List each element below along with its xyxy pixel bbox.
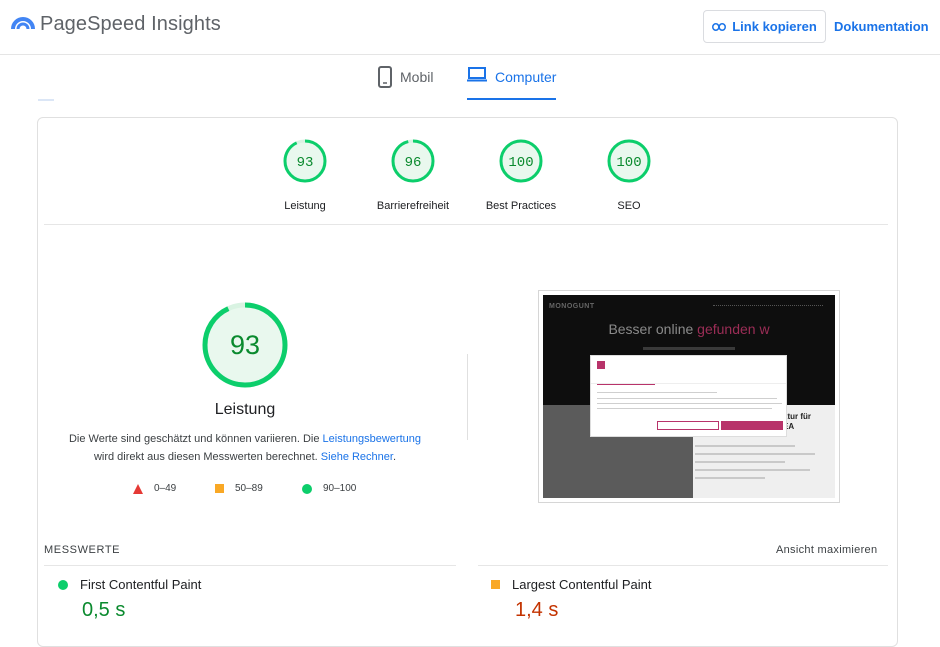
divider xyxy=(44,224,888,225)
screenshot-headline: Besser online gefunden w xyxy=(543,321,835,337)
expand-view-toggle[interactable]: Ansicht maximieren xyxy=(776,544,877,556)
dialog-tabs xyxy=(591,374,786,384)
divider xyxy=(467,354,468,440)
gauge-best-practices[interactable]: 100 Best Practices xyxy=(466,138,576,212)
screenshot-text-line xyxy=(695,477,765,479)
dialog-text-line xyxy=(597,403,782,404)
copy-link-label: Link kopieren xyxy=(732,19,817,34)
gauge-label: SEO xyxy=(617,200,641,212)
performance-score-gauge: 93 xyxy=(202,302,288,388)
divider xyxy=(478,565,888,566)
screenshot-text-line xyxy=(695,469,810,471)
screenshot-side-title: ktur für EA xyxy=(783,412,811,432)
desc-text: . xyxy=(392,451,397,463)
performance-description: Die Werte sind geschätzt und können vari… xyxy=(55,430,435,466)
dialog-deny-button xyxy=(657,421,719,430)
screenshot-site-logo: MONOGUNT xyxy=(549,303,595,310)
dialog-allow-button xyxy=(721,421,783,430)
link-icon xyxy=(712,22,727,31)
legend-range: 90–100 xyxy=(323,483,357,494)
gauge-score: 93 xyxy=(297,155,314,171)
metric-lcp: Largest Contentful Paint 1,4 s xyxy=(491,577,651,622)
legend-poor: 0–49 xyxy=(133,483,176,494)
metric-value: 1,4 s xyxy=(515,599,559,621)
performance-title: Leistung xyxy=(214,401,276,418)
desc-text: Die Werte sind geschätzt und können vari… xyxy=(68,433,323,445)
gauge-accessibility[interactable]: 96 Barrierefreiheit xyxy=(358,138,468,212)
dialog-text-line xyxy=(597,398,777,399)
gauge-seo[interactable]: 100 SEO xyxy=(574,138,684,212)
tab-desktop[interactable]: Computer xyxy=(467,66,557,100)
screenshot-image: MONOGUNT Besser online gefunden w ktur f… xyxy=(543,295,835,498)
gauge-score: 96 xyxy=(405,155,422,171)
gauge-score: 100 xyxy=(508,155,533,171)
screenshot-cookie-dialog xyxy=(590,355,787,437)
screenshot-text-line xyxy=(695,453,815,455)
legend-range: 50–89 xyxy=(235,483,263,494)
app-title: PageSpeed Insights xyxy=(40,13,221,35)
page-screenshot: MONOGUNT Besser online gefunden w ktur f… xyxy=(538,290,840,503)
calculator-link[interactable]: Siehe Rechner xyxy=(321,451,393,463)
square-icon xyxy=(215,484,224,493)
dialog-text-line xyxy=(597,392,717,393)
laptop-icon xyxy=(467,67,487,82)
metric-value: 0,5 s xyxy=(82,599,126,621)
metric-fcp: First Contentful Paint 0,5 s xyxy=(58,577,201,622)
screenshot-text-line xyxy=(695,445,795,447)
top-bar: PageSpeed Insights Link kopieren Dokumen… xyxy=(0,0,940,55)
triangle-icon xyxy=(133,483,143,494)
metric-name: First Contentful Paint xyxy=(80,577,202,592)
legend-good: 90–100 xyxy=(302,483,356,494)
metrics-section-title: MESSWERTE xyxy=(44,544,121,556)
score-ring: 100 xyxy=(499,139,543,183)
circle-icon xyxy=(302,483,312,494)
desc-text: wird direkt aus diesen Messwerten berech… xyxy=(93,451,321,463)
divider xyxy=(44,565,456,566)
screenshot-subline xyxy=(643,347,735,350)
score-ring: 96 xyxy=(391,139,435,183)
smartphone-icon xyxy=(378,66,392,88)
dialog-text-line xyxy=(597,408,772,409)
headline-a: Besser online xyxy=(608,321,698,337)
square-icon xyxy=(491,580,500,589)
metric-name: Largest Contentful Paint xyxy=(512,577,652,592)
legend-average: 50–89 xyxy=(215,483,263,494)
gauge-score: 100 xyxy=(616,155,641,171)
score-ring: 100 xyxy=(607,139,651,183)
pagespeed-logo-icon xyxy=(11,17,35,30)
performance-score: 93 xyxy=(230,330,260,360)
screenshot-nav xyxy=(713,305,823,308)
performance-scoring-link[interactable]: Leistungsbewertung xyxy=(323,433,421,445)
legend-range: 0–49 xyxy=(154,483,177,494)
circle-icon xyxy=(58,579,68,590)
gauge-label: Best Practices xyxy=(485,200,557,212)
gauge-label: Leistung xyxy=(284,200,326,212)
copy-link-button[interactable]: Link kopieren xyxy=(703,10,826,43)
tab-mobile-label: Mobil xyxy=(400,69,434,85)
documentation-link[interactable]: Dokumentation xyxy=(834,19,929,34)
headline-b: gefunden w xyxy=(697,321,770,337)
divider xyxy=(38,99,54,101)
tab-mobile[interactable]: Mobil xyxy=(378,66,433,100)
side-title-1: ktur für xyxy=(783,412,811,421)
tab-desktop-label: Computer xyxy=(495,69,557,85)
gauge-label: Barrierefreiheit xyxy=(376,200,450,212)
dialog-tab-indicator xyxy=(597,384,655,385)
gauge-performance[interactable]: 93 Leistung xyxy=(250,138,360,212)
score-ring: 93 xyxy=(283,139,327,183)
screenshot-text-line xyxy=(695,461,785,463)
dialog-logo xyxy=(597,361,605,369)
